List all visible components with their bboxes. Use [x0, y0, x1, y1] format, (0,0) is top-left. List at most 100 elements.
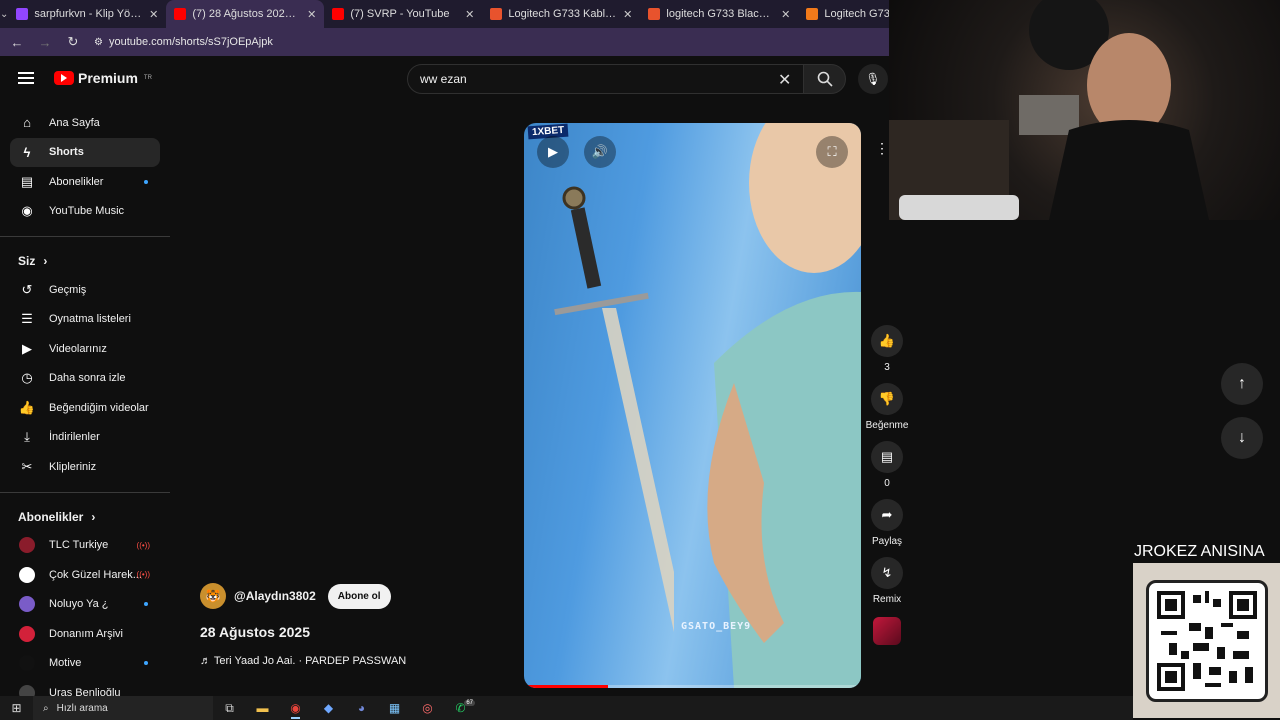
close-tab-icon[interactable]: ✕ — [149, 8, 158, 21]
clear-search-icon[interactable]: ✕ — [778, 70, 791, 90]
forward-icon[interactable]: → — [38, 35, 52, 50]
sidebar-item[interactable]: ↺ Geçmiş — [10, 275, 160, 305]
chrome-button[interactable]: ◉ — [279, 696, 312, 720]
short-title: 28 Ağustos 2025 — [200, 624, 310, 640]
search-input-value: ww ezan — [420, 72, 467, 86]
sidebar-item[interactable]: ▶ Videolarınız — [10, 334, 160, 364]
file-explorer-button[interactable]: ▬ — [246, 696, 279, 720]
voice-search-button[interactable]: 🎙 — [858, 64, 888, 94]
app-button[interactable]: ◆ — [312, 696, 345, 720]
watch-later-icon: ◷ — [21, 370, 33, 386]
video-watermark: GSATO_BEY9 — [681, 621, 752, 632]
taskbar-search[interactable]: ⌕ Hızlı arama — [33, 696, 213, 720]
sidebar-item-label: Abonelikler — [49, 175, 104, 188]
comment-action: ▤ 0 — [871, 441, 903, 489]
close-tab-icon[interactable]: ✕ — [307, 8, 316, 21]
sidebar-item[interactable]: ☰ Oynatma listeleri — [10, 305, 160, 335]
webcam-image — [889, 0, 1209, 220]
play-button[interactable]: ▶ — [537, 136, 569, 168]
close-tab-icon[interactable]: ✕ — [781, 8, 790, 21]
comment-count: 0 — [884, 478, 890, 489]
volume-button[interactable]: 🔊 — [584, 136, 616, 168]
sidebar-item-label: Ana Sayfa — [49, 116, 100, 129]
discord-button[interactable]: ◕ — [345, 696, 378, 720]
subscription-item[interactable]: Motive — [10, 649, 160, 679]
sidebar-item[interactable]: ϟ Shorts — [10, 137, 160, 167]
sidebar-item[interactable]: ⤓ İndirilenler — [10, 423, 160, 453]
youtube-sidebar: Premium TR ⌂ Ana Sayfa ϟ Shorts ▤ Abonelikler… — [0, 56, 170, 701]
short-video-player[interactable]: 1XBET ▶ 🔊 ⛶ GSATO_BEY9 — [524, 123, 861, 688]
tab-title: logitech G733 Black 7.1 Surrou — [666, 8, 775, 20]
tab-title: sarpfurkvn - Klip Yöneticisi - Tw — [34, 8, 144, 20]
sword-image — [554, 186, 674, 632]
sidebar-item[interactable]: ⌂ Ana Sayfa — [10, 108, 160, 138]
share-label: Paylaş — [871, 536, 902, 547]
channel-name[interactable]: @Alaydın3802 — [234, 589, 316, 603]
like-action: 👍 3 — [871, 325, 903, 373]
share-icon: ➦ — [881, 507, 893, 522]
browser-tab[interactable]: (7) 28 Ağustos 2025 - YouTube ✕ — [166, 0, 325, 28]
channel-avatar[interactable]: 🐯 — [200, 583, 226, 609]
close-tab-icon[interactable]: ✕ — [623, 8, 632, 21]
short-music[interactable]: ♬ Teri Yaad Jo Aai. · PARDEP PASSWAN — [200, 655, 406, 667]
menu-icon[interactable] — [18, 72, 34, 84]
browser-tab[interactable]: Logitech G733 Kablosuz Oyunc ✕ — [482, 0, 640, 28]
task-view-button[interactable]: ⧉ — [213, 696, 246, 720]
sidebar-item-label: İndirilenler — [49, 431, 100, 444]
dislike-button[interactable]: 👎 — [871, 383, 903, 415]
channel-avatar — [19, 655, 35, 672]
sidebar-item[interactable]: ✂ Klipleriniz — [10, 452, 160, 482]
more-options-icon[interactable]: ⋮ — [875, 140, 889, 157]
audio-source-thumbnail[interactable] — [873, 617, 901, 645]
app-icon: ◆ — [323, 701, 334, 715]
tab-title: (7) 28 Ağustos 2025 - YouTube — [192, 8, 301, 20]
subscriptions-section-title: Abonelikler — [18, 509, 84, 524]
subscribe-button[interactable]: Abone ol — [327, 583, 391, 609]
channel-avatar — [19, 625, 35, 642]
sidebar-item-label: Shorts — [49, 146, 84, 159]
new-content-dot — [144, 179, 148, 184]
subscription-item[interactable]: Çok Güzel Harek... ((•)) — [10, 560, 160, 590]
start-button[interactable]: ⊞ — [0, 696, 33, 720]
sidebar-item-label: Klipleriniz — [49, 460, 97, 473]
reload-icon[interactable]: ↻ — [66, 34, 80, 50]
next-short-button[interactable]: ↓ — [1221, 417, 1263, 459]
sidebar-item[interactable]: ◉ YouTube Music — [10, 197, 160, 227]
whatsapp-button[interactable]: ✆ 67 — [444, 696, 477, 720]
video-progress-bar[interactable] — [524, 685, 861, 688]
youtube-logo[interactable]: Premium TR — [54, 70, 152, 86]
subscription-item[interactable]: TLC Turkiye ((•)) — [10, 531, 160, 561]
you-section-header[interactable]: Siz › — [0, 247, 170, 275]
browser-tab[interactable]: (7) SVRP - YouTube ✕ — [324, 0, 482, 28]
back-icon[interactable]: ← — [10, 35, 24, 50]
live-icon: ((•)) — [136, 570, 150, 580]
subscription-item[interactable]: Noluyo Ya ¿ — [10, 590, 160, 620]
calculator-button[interactable]: ▦ — [378, 696, 411, 720]
browser-tab[interactable]: logitech G733 Black 7.1 Surrou ✕ — [640, 0, 798, 28]
sidebar-item-label: Videolarınız — [49, 342, 107, 355]
channel-avatar — [19, 537, 35, 554]
browser-tab[interactable]: sarpfurkvn - Klip Yöneticisi - Tw ✕ — [8, 0, 166, 28]
like-button[interactable]: 👍 — [871, 325, 903, 357]
sidebar-item[interactable]: ◷ Daha sonra izle — [10, 364, 160, 394]
tab-search-button[interactable]: ⌄ — [0, 0, 8, 28]
search-input[interactable]: ww ezan — [407, 64, 807, 94]
sidebar-item[interactable]: 👍 Beğendiğim videolar — [10, 393, 160, 423]
previous-short-button[interactable]: ↑ — [1221, 363, 1263, 405]
site-info-icon[interactable]: ⚙ — [94, 37, 103, 48]
fullscreen-button[interactable]: ⛶ — [816, 136, 848, 168]
close-tab-icon[interactable]: ✕ — [465, 8, 474, 21]
whatsapp-badge: 67 — [464, 700, 475, 706]
subscriptions-section-header[interactable]: Abonelikler › — [0, 503, 170, 531]
qr-code-image — [1156, 590, 1257, 691]
comment-button[interactable]: ▤ — [871, 441, 903, 473]
url-field[interactable]: ⚙ youtube.com/shorts/sS7jOEpAjpk — [94, 36, 273, 48]
share-button[interactable]: ➦ — [871, 499, 903, 531]
subscription-item[interactable]: Donanım Arşivi — [10, 619, 160, 649]
remix-button[interactable]: ↯ — [871, 557, 903, 589]
dislike-action: 👎 Beğenme — [866, 383, 908, 431]
search-button[interactable] — [803, 64, 846, 94]
channel-avatar — [19, 596, 35, 613]
sidebar-item[interactable]: ▤ Abonelikler — [10, 167, 160, 197]
app-button-2[interactable]: ◎ — [411, 696, 444, 720]
